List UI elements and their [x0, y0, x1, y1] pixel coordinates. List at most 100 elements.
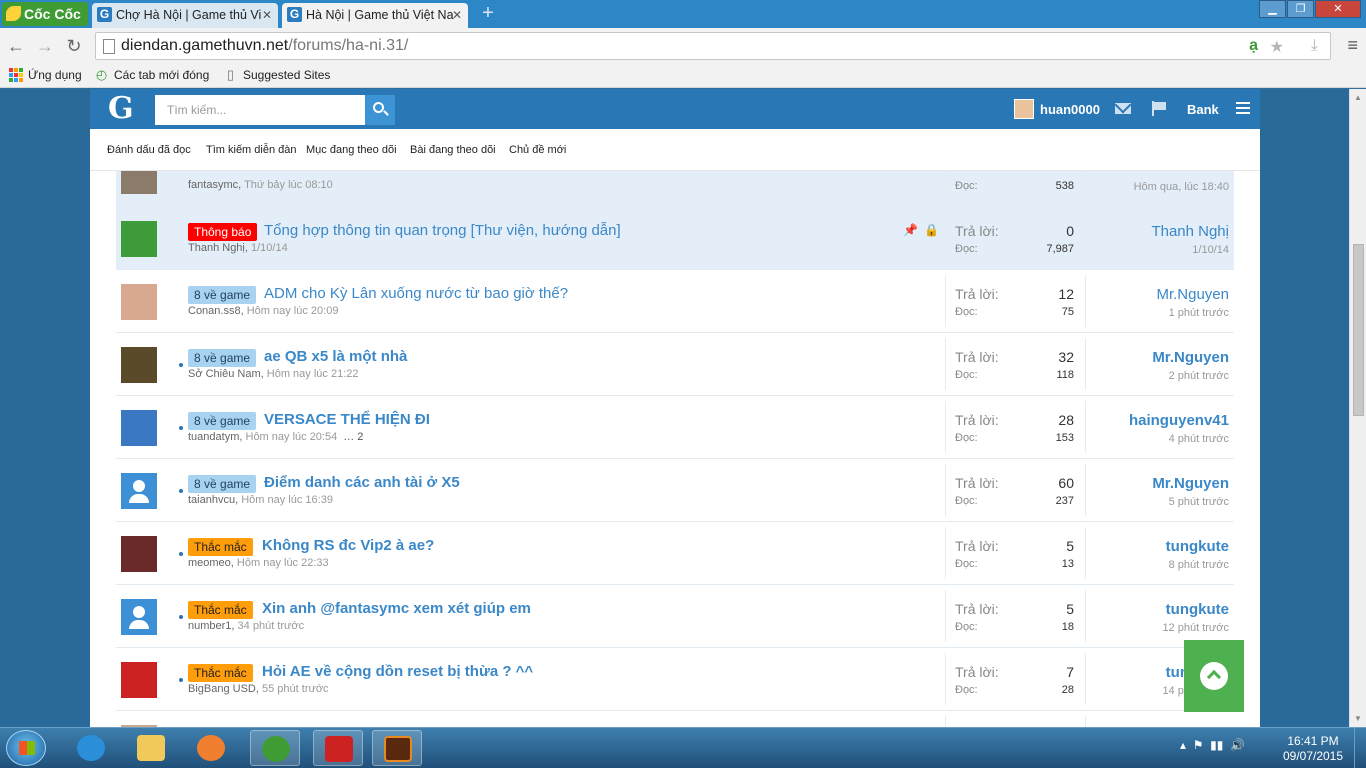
taskbar-explorer[interactable] [126, 730, 176, 766]
subnav-watched-threads[interactable]: Bài đang theo dõi [410, 144, 496, 156]
system-tray[interactable]: ▴ ⚑ ▮▮ 🔊 [1180, 738, 1245, 752]
last-post-time[interactable]: 2 phút trước [1169, 370, 1229, 382]
scrollbar-thumb[interactable] [1353, 244, 1364, 416]
last-poster[interactable]: Thanh Nghị [1151, 223, 1229, 240]
tab-close-icon[interactable]: ✕ [262, 3, 272, 27]
thread-prefix[interactable]: Thắc mắc [188, 601, 253, 619]
taskbar-game-2[interactable] [372, 730, 422, 766]
window-close-button[interactable]: ✕ [1315, 0, 1361, 18]
subnav-search-forum[interactable]: Tìm kiếm diễn đàn [206, 144, 296, 156]
minimize-button[interactable]: ▁ [1259, 0, 1286, 18]
last-post-time[interactable]: 4 phút trước [1169, 433, 1229, 445]
thread-title[interactable]: Xin anh @fantasymc xem xét giúp em [262, 600, 531, 617]
bookmark-suggested-sites[interactable]: ▯ Suggested Sites [223, 67, 330, 82]
thread-title[interactable]: Không RS đc Vip2 à ae? [262, 537, 434, 554]
author-avatar[interactable] [121, 536, 157, 572]
reload-icon[interactable]: ↻ [64, 36, 84, 56]
thread-row[interactable]: Thắc mắc Xin anh @fantasymc xem xét giúp … [116, 585, 1234, 648]
coccoc-logo[interactable]: Cốc Cốc [2, 2, 88, 26]
thread-title[interactable]: ADM cho Kỳ Lân xuống nước từ bao giờ thế… [264, 285, 568, 302]
thread-author[interactable]: meomeo [188, 557, 231, 569]
hamburger-menu-icon[interactable] [1236, 102, 1250, 117]
tab-ha-noi[interactable]: G Hà Nội | Game thủ Việt Na ✕ [282, 3, 468, 28]
author-avatar[interactable] [121, 473, 157, 509]
taskbar-game-1[interactable] [313, 730, 363, 766]
thread-row[interactable]: 8 về game Điểm danh các anh tài ở X5 taian… [116, 459, 1234, 522]
thread-prefix[interactable]: 8 về game [188, 475, 257, 493]
tab-close-icon[interactable]: ✕ [452, 3, 462, 27]
bookmark-star-icon[interactable]: ★ [1270, 37, 1284, 57]
scroll-up-icon[interactable]: ▲ [1354, 93, 1362, 102]
last-post-time[interactable]: 1/10/14 [1192, 244, 1229, 256]
subnav-new-threads[interactable]: Chủ đề mới [509, 144, 566, 156]
thread-row[interactable]: 8 về game VERSACE THỂ HIỆN ĐI tuandatym, H… [116, 396, 1234, 459]
url-text[interactable]: diendan.gamethuvn.net/forums/ha-ni.31/ [121, 37, 408, 55]
thread-author[interactable]: fantasymc [188, 179, 238, 191]
download-icon[interactable]: ⤓ [1311, 37, 1318, 55]
address-bar[interactable]: diendan.gamethuvn.net/forums/ha-ni.31/ ạ… [95, 32, 1331, 60]
thread-title[interactable]: Điểm danh các anh tài ở X5 [264, 474, 460, 491]
browser-menu-icon[interactable]: ≡ [1347, 35, 1358, 56]
author-avatar[interactable] [121, 221, 157, 257]
thread-author[interactable]: Thanh Nghị [188, 242, 245, 254]
thread-row[interactable]: 8 về gameHỏi về khảm ngọc Socket lên phụ… [116, 711, 1234, 727]
author-avatar[interactable] [121, 599, 157, 635]
tab-cho-ha-noi[interactable]: G Chợ Hà Nội | Game thủ Vi ✕ [92, 3, 278, 28]
username-link[interactable]: huan0000 [1040, 102, 1100, 117]
author-avatar[interactable] [121, 410, 157, 446]
thread-author[interactable]: taianhvcu [188, 494, 235, 506]
last-poster[interactable]: Mr.Nguyen [1152, 349, 1229, 366]
clock[interactable]: 16:41 PM 09/07/2015 [1278, 734, 1348, 764]
thread-row[interactable]: 8 về game ae QB x5 là một nhà Sở Chiêu Nam… [116, 333, 1234, 396]
thread-prefix[interactable]: 8 về game [188, 412, 257, 430]
new-tab-button[interactable]: + [478, 3, 498, 23]
thread-author[interactable]: Conan.ss8 [188, 305, 241, 317]
last-poster[interactable]: hainguyenv41 [1129, 412, 1229, 429]
search-input[interactable]: Tìm kiếm... [155, 95, 365, 125]
thread-author[interactable]: Sở Chiêu Nam [188, 368, 261, 380]
back-to-top-button[interactable] [1184, 640, 1244, 712]
taskbar-ie[interactable] [66, 730, 116, 766]
last-poster[interactable]: tungkute [1166, 538, 1229, 555]
forward-arrow-icon[interactable]: → [35, 36, 55, 56]
thread-title[interactable]: ae QB x5 là một nhà [264, 348, 407, 365]
thread-row[interactable]: 8 về game ADM cho Kỳ Lân xuống nước từ ba… [116, 270, 1234, 333]
thread-row[interactable]: Thắc mắc Hỏi AE về cộng dồn reset bị thừa… [116, 648, 1234, 711]
author-avatar[interactable] [121, 284, 157, 320]
thread-prefix[interactable]: Thắc mắc [188, 538, 253, 556]
thread-title[interactable]: Hỏi AE về cộng dồn reset bị thừa ? ^^ [262, 663, 533, 680]
bookmark-recent-tabs[interactable]: ◴ Các tab mới đóng [94, 67, 209, 82]
last-post-time[interactable]: 5 phút trước [1169, 496, 1229, 508]
last-post-time[interactable]: Hôm qua, lúc 18:40 [1134, 181, 1229, 193]
subnav-mark-read[interactable]: Đánh dấu đã đọc [107, 144, 191, 156]
show-desktop-button[interactable] [1354, 728, 1366, 768]
last-post-time[interactable]: 1 phút trước [1169, 307, 1229, 319]
coccoc-translate-icon[interactable]: ạ [1249, 37, 1258, 55]
thread-prefix[interactable]: Thắc mắc [188, 664, 253, 682]
bank-link[interactable]: Bank [1187, 102, 1219, 117]
thread-title[interactable]: Tổng hợp thông tin quan trọng [Thư viện,… [264, 222, 621, 239]
last-poster[interactable]: Mr.Nguyen [1152, 475, 1229, 492]
search-button[interactable] [365, 95, 395, 125]
mail-icon[interactable] [1115, 103, 1131, 114]
thread-prefix[interactable]: Thông báo [188, 223, 258, 241]
last-poster[interactable]: tungkute [1166, 601, 1229, 618]
site-logo[interactable]: G [108, 91, 134, 126]
maximize-button[interactable]: ❐ [1287, 0, 1314, 18]
back-arrow-icon[interactable]: ← [6, 36, 26, 56]
user-avatar[interactable] [1014, 99, 1034, 119]
author-avatar[interactable] [121, 347, 157, 383]
subnav-watched-forums[interactable]: Mục đang theo dõi [306, 144, 397, 156]
thread-author[interactable]: BigBang USD [188, 683, 256, 695]
thread-row[interactable]: Thông báo Tổng hợp thông tin quan trọng [… [116, 207, 1234, 270]
start-button[interactable] [6, 730, 46, 766]
alerts-flag-icon[interactable] [1152, 101, 1166, 116]
thread-prefix[interactable]: 8 về game [188, 349, 257, 367]
bookmark-apps[interactable]: Ứng dụng [8, 68, 82, 82]
taskbar-media-player[interactable] [186, 730, 236, 766]
thread-author[interactable]: number1 [188, 620, 231, 632]
taskbar-coccoc[interactable] [250, 730, 300, 766]
author-avatar[interactable] [121, 662, 157, 698]
thread-title[interactable]: VERSACE THỂ HIỆN ĐI [264, 411, 430, 428]
last-post-time[interactable]: 12 phút trước [1162, 622, 1229, 634]
